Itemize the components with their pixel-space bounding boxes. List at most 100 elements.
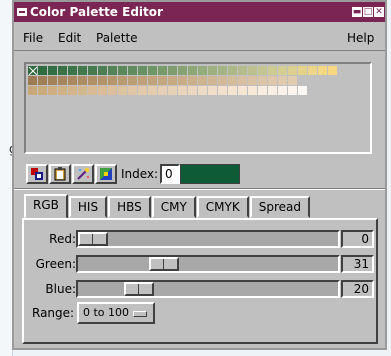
index-input[interactable]: 0 — [160, 164, 180, 184]
color-swatch[interactable] — [188, 86, 198, 96]
gradient-icon[interactable] — [95, 164, 117, 184]
menu-help[interactable]: Help — [347, 31, 374, 45]
green-value[interactable]: 31 — [341, 255, 374, 273]
color-swatch[interactable] — [298, 66, 308, 76]
color-swatch[interactable] — [178, 86, 188, 96]
green-slider[interactable] — [76, 255, 340, 273]
color-swatch[interactable] — [48, 66, 58, 76]
color-swatch[interactable] — [158, 86, 168, 96]
color-swatch[interactable] — [128, 66, 138, 76]
tab-spread[interactable]: Spread — [249, 196, 310, 218]
color-swatch[interactable] — [88, 76, 98, 86]
color-swatch[interactable] — [178, 66, 188, 76]
color-swatch[interactable] — [38, 66, 48, 76]
color-swatch[interactable] — [238, 86, 248, 96]
color-swatch[interactable] — [258, 66, 268, 76]
color-swatch[interactable] — [268, 86, 278, 96]
color-swatch[interactable] — [308, 66, 318, 76]
color-swatch[interactable] — [148, 86, 158, 96]
color-swatch[interactable] — [78, 66, 88, 76]
color-swatch[interactable] — [138, 86, 148, 96]
color-swatch[interactable] — [278, 76, 288, 86]
color-swatch[interactable] — [288, 66, 298, 76]
color-swatch[interactable] — [218, 76, 228, 86]
color-swatch[interactable] — [258, 76, 268, 86]
red-value[interactable]: 0 — [341, 230, 374, 248]
blue-slider[interactable] — [76, 280, 340, 298]
color-swatch[interactable] — [98, 86, 108, 96]
color-swatch[interactable] — [178, 76, 188, 86]
color-swatch[interactable] — [38, 76, 48, 86]
color-swatch[interactable] — [218, 86, 228, 96]
color-swatch[interactable] — [228, 76, 238, 86]
color-swatch[interactable] — [188, 66, 198, 76]
color-swatch[interactable] — [248, 86, 258, 96]
color-swatch[interactable] — [288, 86, 298, 96]
paste-icon[interactable] — [26, 164, 48, 184]
color-swatch[interactable] — [108, 66, 118, 76]
color-swatch[interactable] — [328, 66, 338, 76]
color-swatch[interactable] — [108, 76, 118, 86]
color-swatch[interactable] — [218, 66, 228, 76]
color-swatch[interactable] — [88, 86, 98, 96]
color-swatch[interactable] — [138, 76, 148, 86]
color-swatch[interactable] — [288, 76, 298, 86]
menu-palette[interactable]: Palette — [96, 31, 138, 45]
close-icon[interactable]: ✕ — [374, 7, 384, 17]
color-swatch[interactable] — [208, 66, 218, 76]
color-swatch[interactable] — [198, 76, 208, 86]
color-swatch[interactable] — [98, 76, 108, 86]
color-swatch[interactable] — [248, 76, 258, 86]
color-swatch[interactable] — [148, 76, 158, 86]
sparkle-icon[interactable] — [72, 164, 94, 184]
color-swatch[interactable] — [38, 86, 48, 96]
menu-edit[interactable]: Edit — [58, 31, 81, 45]
title-bar[interactable]: Color Palette Editor ▬ □ ✕ — [14, 2, 385, 22]
color-swatch[interactable] — [278, 66, 288, 76]
range-option-menu[interactable]: 0 to 100 — [77, 302, 155, 324]
maximize-icon[interactable]: □ — [363, 7, 373, 17]
color-swatch[interactable] — [268, 66, 278, 76]
tab-cmyk[interactable]: CMYK — [196, 196, 249, 218]
clipboard-icon[interactable] — [49, 164, 71, 184]
color-swatch[interactable] — [198, 86, 208, 96]
color-swatch[interactable] — [118, 76, 128, 86]
color-swatch[interactable] — [238, 66, 248, 76]
color-swatch[interactable] — [208, 76, 218, 86]
menu-file[interactable]: File — [23, 31, 43, 45]
color-swatch[interactable] — [208, 86, 218, 96]
color-swatch[interactable] — [78, 76, 88, 86]
color-swatch[interactable] — [88, 66, 98, 76]
palette-grid[interactable] — [24, 62, 372, 154]
color-swatch[interactable] — [298, 86, 308, 96]
minimize-icon[interactable]: ▬ — [352, 7, 362, 17]
red-slider[interactable] — [76, 230, 340, 248]
color-swatch[interactable] — [258, 86, 268, 96]
color-swatch[interactable] — [78, 86, 88, 96]
tab-his[interactable]: HIS — [68, 196, 108, 218]
color-swatch[interactable] — [168, 86, 178, 96]
color-swatch[interactable] — [268, 76, 278, 86]
color-swatch[interactable] — [58, 86, 68, 96]
color-swatch[interactable] — [168, 66, 178, 76]
color-swatch[interactable] — [228, 86, 238, 96]
tab-rgb[interactable]: RGB — [24, 194, 68, 219]
color-swatch[interactable] — [158, 76, 168, 86]
color-swatch[interactable] — [118, 66, 128, 76]
color-swatch[interactable] — [198, 66, 208, 76]
tab-cmy[interactable]: CMY — [151, 196, 196, 218]
color-swatch[interactable] — [108, 86, 118, 96]
color-swatch[interactable] — [58, 66, 68, 76]
blue-slider-thumb[interactable] — [124, 282, 154, 296]
color-swatch[interactable] — [28, 76, 38, 86]
system-menu-icon[interactable] — [17, 8, 27, 16]
color-swatch[interactable] — [68, 76, 78, 86]
color-swatch[interactable] — [278, 86, 288, 96]
color-swatch[interactable] — [168, 76, 178, 86]
red-slider-thumb[interactable] — [78, 232, 108, 246]
green-slider-thumb[interactable] — [149, 257, 179, 271]
tab-hbs[interactable]: HBS — [108, 196, 151, 218]
color-swatch[interactable] — [118, 86, 128, 96]
color-swatch[interactable] — [238, 76, 248, 86]
color-swatch[interactable] — [128, 86, 138, 96]
